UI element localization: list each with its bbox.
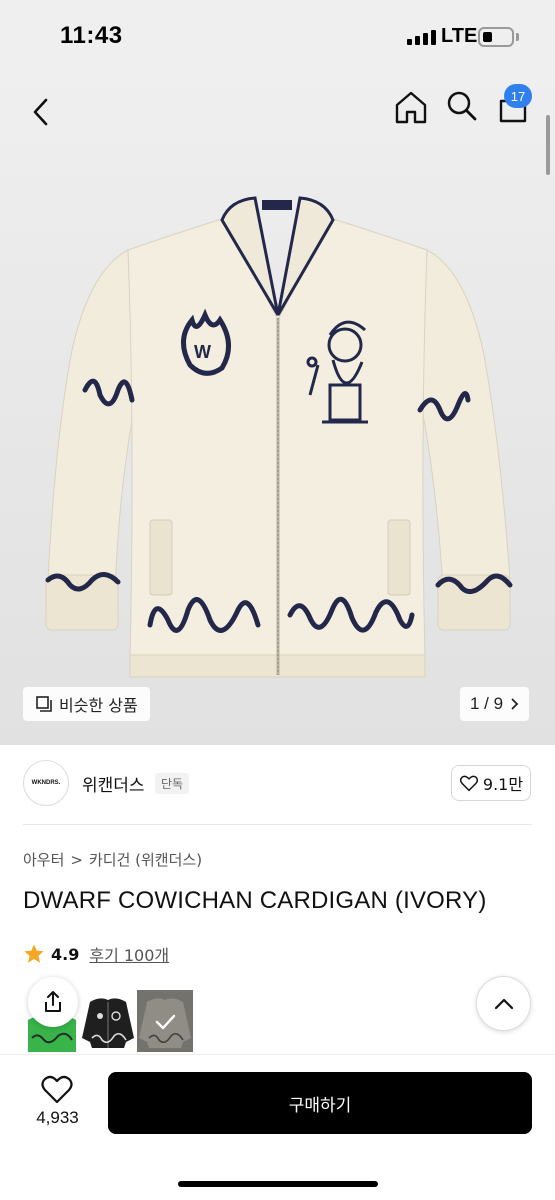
home-indicator[interactable] bbox=[178, 1181, 378, 1187]
back-icon[interactable] bbox=[22, 92, 62, 132]
share-icon bbox=[45, 991, 61, 1012]
gray-cardigan-thumbnail bbox=[137, 990, 193, 1052]
buy-button[interactable]: 구매하기 bbox=[108, 1072, 532, 1134]
breadcrumb: 아우터 > 카디건 (위캔더스) bbox=[23, 849, 202, 870]
brand-like-button[interactable]: 9.1만 bbox=[451, 765, 531, 801]
battery-icon bbox=[478, 27, 514, 47]
heart-icon bbox=[459, 775, 479, 792]
color-swatch-black[interactable] bbox=[80, 990, 136, 1052]
breadcrumb-separator: > bbox=[70, 850, 83, 869]
brand-name[interactable]: 위캔더스 bbox=[82, 771, 145, 796]
brand-logo-text: WKNDRS. bbox=[31, 780, 61, 786]
wishlist-count: 4,933 bbox=[36, 1108, 79, 1127]
similar-icon bbox=[36, 696, 52, 712]
search-icon[interactable] bbox=[442, 86, 482, 126]
breadcrumb-category[interactable]: 아우터 bbox=[23, 849, 64, 870]
star-icon bbox=[24, 944, 44, 963]
similar-products-button[interactable]: 비슷한 상품 bbox=[23, 687, 150, 721]
share-button[interactable] bbox=[28, 977, 78, 1027]
divider bbox=[23, 824, 532, 825]
rating-value: 4.9 bbox=[51, 944, 80, 964]
network-type: LTE bbox=[441, 25, 478, 47]
similar-products-label: 비슷한 상품 bbox=[59, 696, 138, 715]
image-counter-text: 1 / 9 bbox=[470, 694, 504, 713]
image-counter[interactable]: 1 / 9 bbox=[460, 687, 530, 721]
breadcrumb-subcategory[interactable]: 카디건 (위캔더스) bbox=[89, 849, 202, 870]
product-gallery[interactable]: 17 W 비슷한 상품 1 / 9 bbox=[0, 70, 555, 745]
rating-row: 4.9 후기 100개 bbox=[23, 942, 169, 966]
chevron-up-icon bbox=[494, 998, 513, 1009]
black-cardigan-thumbnail bbox=[82, 998, 134, 1048]
product-image[interactable]: W bbox=[0, 140, 555, 700]
status-bar: 11:43 LTE bbox=[0, 0, 555, 70]
exclusive-badge: 단독 bbox=[155, 773, 190, 794]
product-title: DWARF COWICHAN CARDIGAN (IVORY) bbox=[23, 887, 487, 914]
chevron-right-icon bbox=[511, 698, 519, 710]
signal-icon bbox=[407, 30, 436, 45]
status-time: 11:43 bbox=[60, 22, 123, 49]
svg-text:W: W bbox=[194, 342, 211, 362]
brand-logo[interactable]: WKNDRS. bbox=[23, 760, 69, 806]
brand-like-count: 9.1만 bbox=[482, 775, 524, 794]
scroll-to-top-button[interactable] bbox=[476, 976, 531, 1031]
home-icon[interactable] bbox=[390, 86, 432, 128]
heart-icon[interactable] bbox=[40, 1073, 74, 1105]
cart-count-badge: 17 bbox=[504, 84, 532, 108]
battery-cap bbox=[516, 33, 519, 41]
reviews-link[interactable]: 후기 100개 bbox=[89, 942, 169, 966]
color-swatch-gray-selected[interactable] bbox=[137, 990, 193, 1052]
